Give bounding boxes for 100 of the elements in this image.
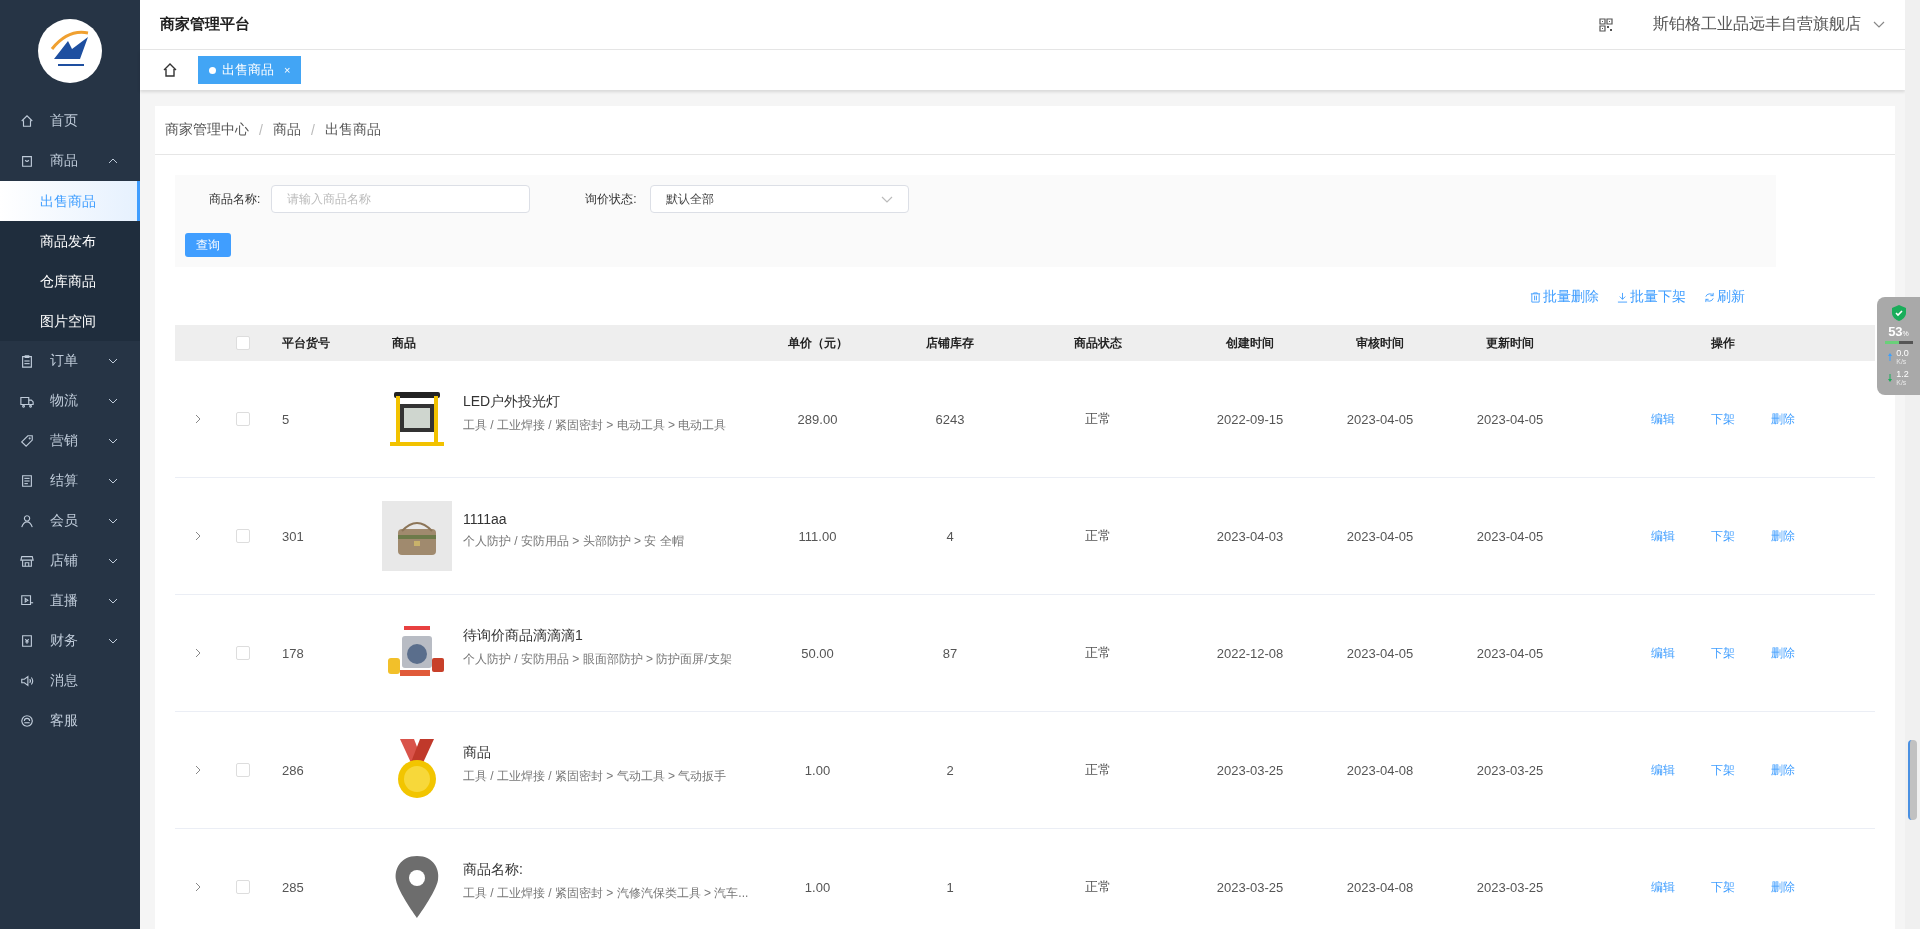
column-header: 商品状态	[1073, 334, 1122, 352]
chevron-icon	[108, 478, 118, 484]
table-cell: 1.00	[804, 762, 831, 778]
percent-value: 53	[1888, 324, 1903, 339]
submenu-item[interactable]: 商品发布	[0, 221, 140, 261]
table-cell: 6243	[935, 411, 965, 427]
table-cell: 111.00	[798, 528, 837, 544]
column-header: 操作	[1710, 334, 1735, 352]
nav-item[interactable]: 店铺	[0, 541, 140, 581]
nav-item[interactable]: 物流	[0, 381, 140, 421]
table-cell: 87	[942, 645, 958, 661]
table-cell: 正常	[1084, 527, 1111, 545]
chevron-icon	[108, 358, 118, 364]
breadcrumb-link[interactable]: 商家管理中心	[165, 121, 249, 139]
refresh-icon	[1704, 291, 1715, 303]
table-cell: 1	[946, 879, 954, 895]
product-category: 工具 / 工业焊接 / 紧固密封 > 电动工具 > 电动工具	[463, 416, 727, 434]
home-icon	[20, 114, 34, 128]
nav-item[interactable]: 营销	[0, 421, 140, 461]
action-link[interactable]: 下架	[1710, 878, 1735, 896]
nav-item[interactable]: 会员	[0, 501, 140, 541]
chevron-icon[interactable]	[1873, 21, 1885, 28]
checkbox[interactable]	[235, 336, 250, 350]
nav-item[interactable]: 结算	[0, 461, 140, 501]
expand-icon[interactable]	[194, 531, 201, 541]
toolbar-link[interactable]: 刷新	[1704, 288, 1745, 306]
truck-icon	[20, 394, 34, 408]
product-name-field[interactable]: 请输入商品名称	[271, 185, 530, 213]
action-link[interactable]: 下架	[1710, 527, 1735, 545]
nav-item[interactable]: 直播	[0, 581, 140, 621]
checkbox[interactable]	[235, 880, 250, 894]
action-link[interactable]: 编辑	[1650, 527, 1675, 545]
product-name: 商品	[463, 743, 492, 762]
action-link[interactable]: 编辑	[1650, 644, 1675, 662]
toolbar-link[interactable]: 批量删除	[1530, 288, 1599, 306]
table-cell: 2023-04-08	[1346, 879, 1414, 895]
down-arrow-icon	[1888, 374, 1893, 382]
table-cell: 正常	[1084, 644, 1111, 662]
action-link[interactable]: 删除	[1770, 878, 1795, 896]
product-name: 1111aa	[463, 510, 508, 527]
action-link[interactable]: 删除	[1770, 527, 1795, 545]
table-cell: 2022-09-15	[1216, 411, 1284, 427]
action-link[interactable]: 编辑	[1650, 410, 1675, 428]
breadcrumb-link[interactable]: 商品	[272, 121, 301, 139]
nav-item[interactable]: 订单	[0, 341, 140, 381]
submenu-item[interactable]: 出售商品	[0, 181, 140, 221]
status-select[interactable]: 默认全部	[650, 185, 909, 213]
nav-item[interactable]: 商品	[0, 141, 140, 181]
table-cell: 2023-03-25	[1216, 879, 1284, 895]
checkbox[interactable]	[235, 646, 250, 660]
table-cell: 正常	[1084, 410, 1111, 428]
column-header: 平台货号	[282, 334, 330, 352]
table-cell: 2022-12-08	[1216, 645, 1284, 661]
chevron-icon	[108, 158, 118, 164]
person-icon	[20, 514, 34, 528]
checkbox[interactable]	[235, 763, 250, 777]
action-link[interactable]: 下架	[1710, 644, 1735, 662]
expand-icon[interactable]	[194, 882, 201, 892]
chevron-icon	[108, 438, 118, 444]
nav-item[interactable]: 消息	[0, 661, 140, 701]
action-link[interactable]: 下架	[1710, 410, 1735, 428]
table-cell: 2023-04-05	[1346, 645, 1414, 661]
table-cell: 2023-04-05	[1346, 528, 1414, 544]
table-cell: 5	[282, 411, 290, 427]
chevron-icon	[108, 598, 118, 604]
nav-item[interactable]: 财务	[0, 621, 140, 661]
expand-icon[interactable]	[194, 765, 201, 775]
column-header: 审核时间	[1356, 334, 1404, 352]
column-header: 商品	[392, 334, 416, 352]
action-link[interactable]: 删除	[1770, 761, 1795, 779]
page-tab[interactable]: 出售商品 ×	[198, 56, 302, 84]
breadcrumb-separator: /	[259, 122, 263, 138]
nav-item[interactable]: 首页	[0, 101, 140, 141]
column-header: 店铺库存	[926, 334, 974, 352]
breadcrumb-link[interactable]: 出售商品	[324, 121, 381, 139]
table-cell: 2023-03-25	[1476, 879, 1544, 895]
qr-code-icon[interactable]	[1599, 17, 1613, 32]
up-arrow-icon	[1888, 353, 1893, 361]
store-menu[interactable]: 斯铂格工业品远丰自营旗舰店	[1653, 14, 1861, 35]
action-link[interactable]: 删除	[1770, 644, 1795, 662]
checkbox[interactable]	[235, 529, 250, 543]
expand-icon[interactable]	[194, 414, 201, 424]
submenu-item[interactable]: 图片空间	[0, 301, 140, 341]
submenu-item[interactable]: 仓库商品	[0, 261, 140, 301]
nav-item[interactable]: 客服	[0, 701, 140, 741]
checkbox[interactable]	[235, 412, 250, 426]
action-link[interactable]: 下架	[1710, 761, 1735, 779]
document-icon	[20, 474, 34, 488]
field-label: 询价状态:	[584, 190, 638, 208]
close-icon[interactable]: ×	[284, 64, 291, 76]
expand-icon[interactable]	[194, 648, 201, 658]
bag-icon	[20, 154, 34, 168]
video-icon	[20, 594, 34, 608]
action-link[interactable]: 删除	[1770, 410, 1795, 428]
toolbar-link[interactable]: 批量下架	[1617, 288, 1686, 306]
clipboard-icon	[20, 354, 34, 368]
action-link[interactable]: 编辑	[1650, 878, 1675, 896]
query-button[interactable]: 查询	[185, 233, 231, 257]
home-icon[interactable]	[162, 62, 178, 78]
action-link[interactable]: 编辑	[1650, 761, 1675, 779]
